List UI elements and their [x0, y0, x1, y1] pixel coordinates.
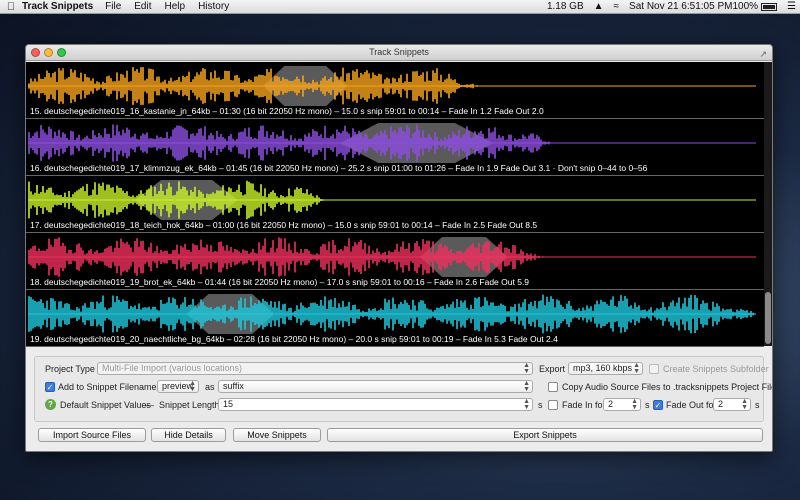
- as-label: as: [205, 382, 215, 392]
- fade-in-label: Fade In for: [562, 400, 606, 410]
- track-row[interactable]: 17. deutschegedichte019_18_teich_hok_64k…: [26, 176, 764, 233]
- waveform[interactable]: [26, 290, 764, 334]
- add-to-filenames-checkbox[interactable]: ✓: [45, 382, 55, 392]
- snippet-length-value: 15: [223, 399, 234, 409]
- default-values-label: Default Snippet Values: [60, 400, 151, 410]
- updown-icon: ▲ ▼: [523, 362, 530, 375]
- minimize-window-button[interactable]: [44, 48, 53, 57]
- menu-history[interactable]: History: [198, 1, 229, 12]
- add-to-filenames-label: Add to Snippet Filenames: [58, 382, 162, 392]
- import-source-files-button[interactable]: Import Source Files: [38, 428, 146, 442]
- move-snippets-button[interactable]: Move Snippets: [233, 428, 321, 442]
- export-format-value: mp3, 160 kbps: [573, 363, 633, 373]
- seconds-unit: s: [755, 400, 760, 410]
- track-label: 18. deutschegedichte019_19_brot_ek_64kb …: [30, 277, 530, 287]
- project-type-label: Project Type: [45, 364, 95, 374]
- fade-out-field[interactable]: 2 ▲ ▼: [713, 398, 751, 411]
- clock[interactable]: Sat Nov 21 6:51:05 PM: [629, 1, 732, 12]
- waveform[interactable]: [26, 62, 764, 106]
- dash-separator: —: [145, 400, 154, 410]
- track-label: 16. deutschegedichte019_17_klimmzug_ek_6…: [30, 163, 648, 173]
- fade-out-value: 2: [718, 399, 724, 409]
- apple-menu-icon[interactable]: : [0, 1, 22, 13]
- track-row[interactable]: 15. deutschegedichte019_16_kastanie_jn_6…: [26, 62, 764, 119]
- app-menu[interactable]: Track Snippets: [22, 1, 93, 12]
- fade-in-value: 2: [608, 399, 614, 409]
- title-bar[interactable]: Track Snippets ↗: [26, 45, 772, 61]
- help-icon[interactable]: ?: [45, 399, 56, 410]
- track-row[interactable]: 19. deutschegedichte019_20_naechtliche_b…: [26, 290, 764, 347]
- project-type-value: Multi-File Import (various locations): [102, 363, 243, 373]
- vertical-scrollbar[interactable]: [764, 62, 772, 346]
- main-window: Track Snippets ↗ 15. deutschegedichte019…: [25, 44, 773, 452]
- seconds-unit: s: [645, 400, 650, 410]
- track-row[interactable]: 16. deutschegedichte019_17_klimmzug_ek_6…: [26, 119, 764, 176]
- menu-bar:  Track Snippets File Edit Help History …: [0, 0, 800, 14]
- menu-edit[interactable]: Edit: [134, 1, 151, 12]
- menu-help[interactable]: Help: [165, 1, 186, 12]
- copy-sources-checkbox[interactable]: [548, 382, 558, 392]
- menu-extras-icon[interactable]: ☰: [787, 1, 796, 12]
- seconds-unit: s: [538, 400, 543, 410]
- hide-details-button[interactable]: Hide Details: [151, 428, 226, 442]
- fade-in-field[interactable]: 2 ▲ ▼: [603, 398, 641, 411]
- track-label: 19. deutschegedichte019_20_naechtliche_b…: [30, 334, 558, 344]
- upload-icon[interactable]: ▲: [594, 1, 604, 12]
- memory-status[interactable]: 1.18 GB: [547, 1, 584, 12]
- export-label: Export: [539, 364, 566, 374]
- snippet-length-label: Snippet Length: [159, 400, 220, 410]
- create-subfolder-checkbox[interactable]: [649, 364, 659, 374]
- snippet-length-field[interactable]: 15 ▲ ▼: [218, 398, 533, 411]
- fade-in-checkbox[interactable]: [548, 400, 558, 410]
- battery-icon[interactable]: [761, 2, 778, 11]
- export-snippets-button[interactable]: Export Snippets: [327, 428, 763, 442]
- filename-word-select[interactable]: preview ▲ ▼: [157, 380, 199, 393]
- fade-out-checkbox[interactable]: ✓: [653, 400, 663, 410]
- waveform-bars: [28, 67, 478, 105]
- waveform[interactable]: [26, 119, 764, 163]
- updown-icon: ▲ ▼: [189, 380, 196, 393]
- stepper-icon[interactable]: ▲ ▼: [631, 398, 638, 411]
- track-row[interactable]: 18. deutschegedichte019_19_brot_ek_64kb …: [26, 233, 764, 290]
- window-title: Track Snippets: [369, 47, 429, 57]
- export-format-select[interactable]: mp3, 160 kbps ▲ ▼: [568, 362, 643, 375]
- stepper-icon[interactable]: ▲ ▼: [523, 398, 530, 411]
- battery-percent[interactable]: 100%: [732, 1, 758, 12]
- track-label: 15. deutschegedichte019_16_kastanie_jn_6…: [30, 106, 544, 116]
- waveform[interactable]: [26, 233, 764, 277]
- create-subfolder-label: Create Snippets Subfolder: [663, 364, 769, 374]
- wifi-icon[interactable]: ≈: [614, 1, 620, 12]
- waveform[interactable]: [26, 176, 764, 220]
- scrollbar-thumb[interactable]: [765, 292, 771, 344]
- updown-icon: ▲ ▼: [633, 362, 640, 375]
- fade-out-label: Fade Out for: [666, 400, 717, 410]
- stepper-icon[interactable]: ▲ ▼: [741, 398, 748, 411]
- filename-position-select[interactable]: suffix ▲ ▼: [218, 380, 533, 393]
- updown-icon: ▲ ▼: [523, 380, 530, 393]
- track-list[interactable]: 15. deutschegedichte019_16_kastanie_jn_6…: [26, 62, 772, 347]
- project-type-select[interactable]: Multi-File Import (various locations) ▲ ▼: [97, 362, 533, 375]
- settings-panel: Project Type Multi-File Import (various …: [34, 356, 772, 422]
- track-label: 17. deutschegedichte019_18_teich_hok_64k…: [30, 220, 538, 230]
- menu-file[interactable]: File: [105, 1, 121, 12]
- filename-position-value: suffix: [223, 381, 244, 391]
- zoom-window-button[interactable]: [57, 48, 66, 57]
- fullscreen-icon[interactable]: ↗: [759, 47, 767, 62]
- copy-sources-label: Copy Audio Source Files to .tracksnippet…: [562, 382, 773, 392]
- close-window-button[interactable]: [31, 48, 40, 57]
